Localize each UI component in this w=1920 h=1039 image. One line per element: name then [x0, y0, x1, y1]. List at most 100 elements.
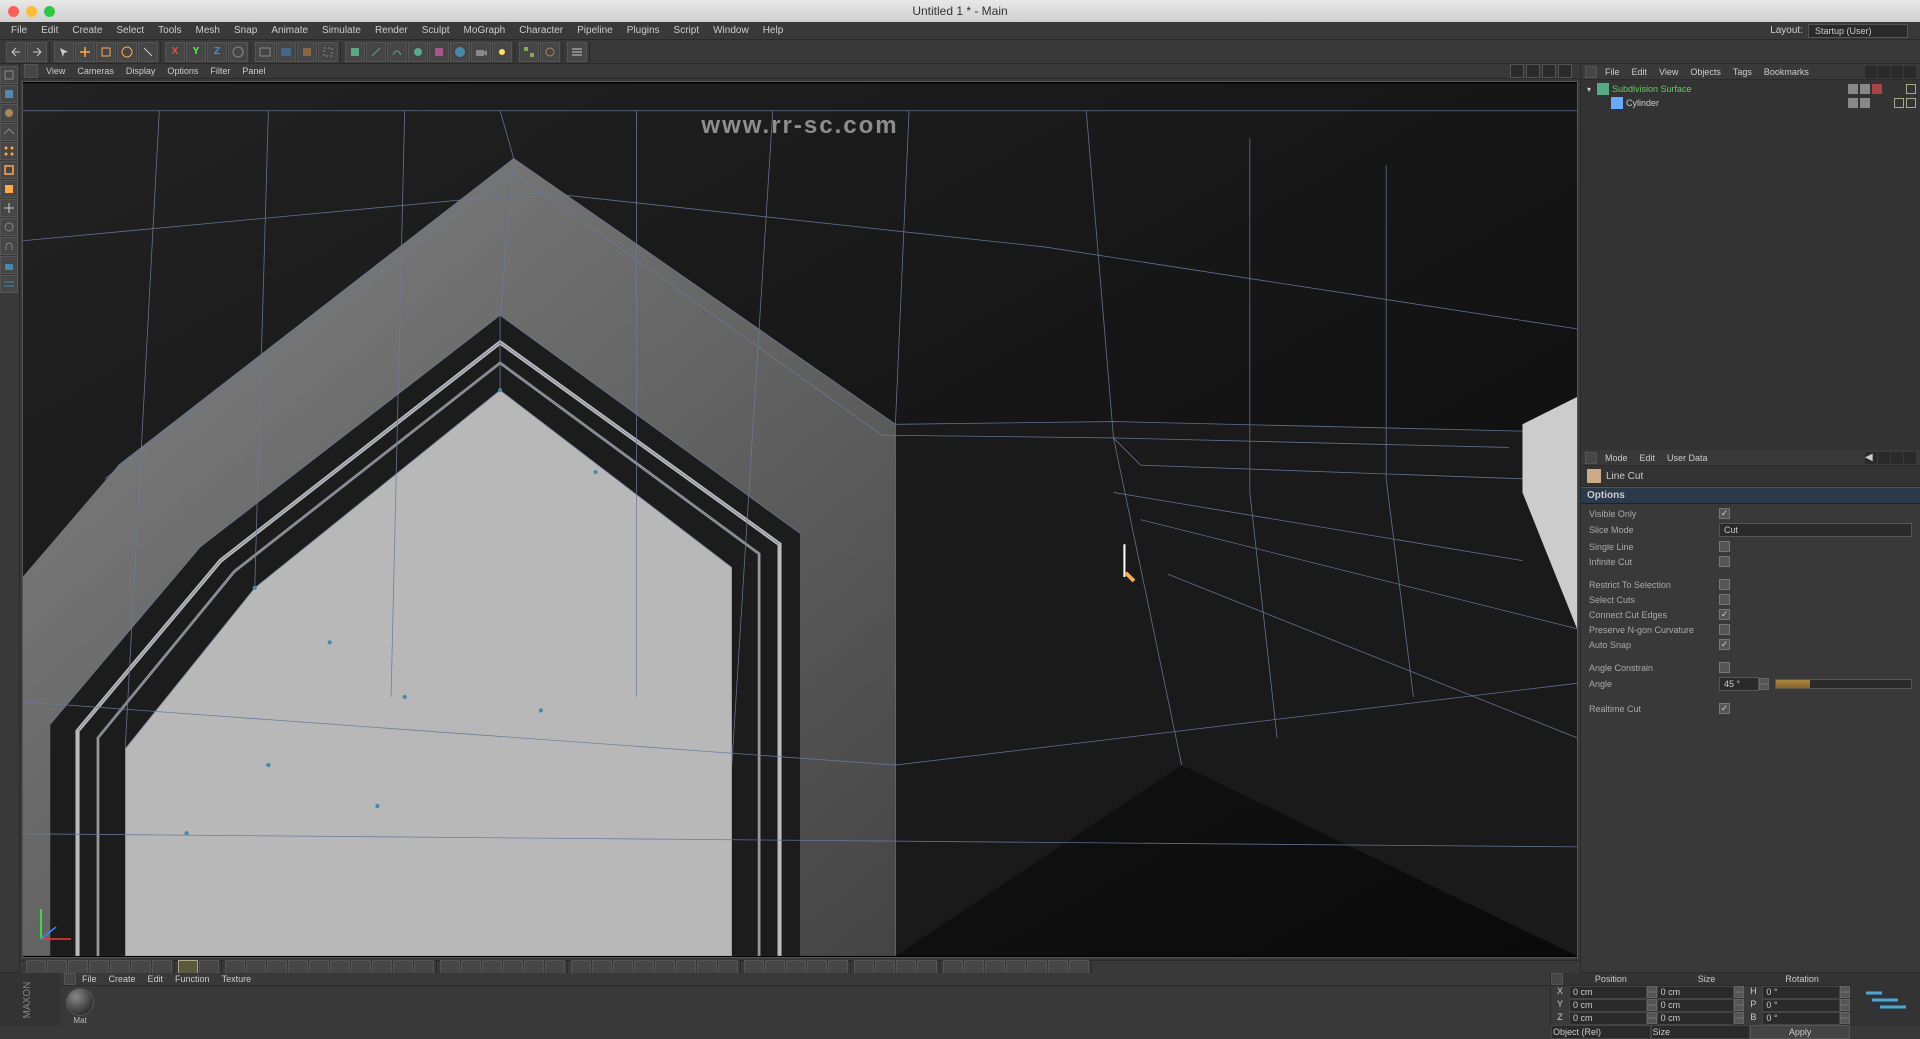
- menubar-item-pipeline[interactable]: Pipeline: [570, 23, 620, 38]
- tree-item-subdivision-surface[interactable]: ▾Subdivision Surface: [1583, 82, 1918, 96]
- attr-checkbox-restrict-to-selection[interactable]: [1719, 579, 1730, 590]
- viewport-pan-icon[interactable]: [1510, 64, 1524, 78]
- menubar-item-script[interactable]: Script: [667, 23, 707, 38]
- attrmgr-menu-edit[interactable]: Edit: [1634, 452, 1662, 464]
- visibility-editor-toggle[interactable]: [1848, 84, 1858, 94]
- objmgr-menu-objects[interactable]: Objects: [1684, 66, 1727, 78]
- attrmgr-menu-user-data[interactable]: User Data: [1661, 452, 1714, 464]
- viewport-menu-filter[interactable]: Filter: [204, 65, 236, 77]
- menubar-item-simulate[interactable]: Simulate: [315, 23, 368, 38]
- render-settings-button[interactable]: [297, 42, 317, 62]
- attr-nav-fwd[interactable]: [1878, 452, 1890, 464]
- render-view-button[interactable]: [255, 42, 275, 62]
- deformers-button[interactable]: [429, 42, 449, 62]
- menubar-item-select[interactable]: Select: [109, 23, 151, 38]
- selection-tool[interactable]: [54, 42, 74, 62]
- visibility-render-toggle[interactable]: [1860, 98, 1870, 108]
- viewport-lock-icon[interactable]: [24, 64, 38, 78]
- menubar-item-mesh[interactable]: Mesh: [189, 23, 227, 38]
- workplane-mode[interactable]: [0, 123, 18, 141]
- menubar-item-render[interactable]: Render: [368, 23, 415, 38]
- z-axis-lock[interactable]: Z: [207, 42, 227, 62]
- redo-button[interactable]: [27, 42, 47, 62]
- light-button[interactable]: [492, 42, 512, 62]
- y-axis-lock[interactable]: Y: [186, 42, 206, 62]
- undo-button[interactable]: [6, 42, 26, 62]
- attr-checkbox-visible-only[interactable]: [1719, 508, 1730, 519]
- coords-rot-input[interactable]: 0 °: [1762, 1012, 1840, 1025]
- menubar-item-create[interactable]: Create: [65, 23, 109, 38]
- viewport-orbit-icon[interactable]: [1542, 64, 1556, 78]
- matmgr-menu-texture[interactable]: Texture: [216, 973, 258, 985]
- coords-size-select[interactable]: Size: [1651, 1025, 1751, 1039]
- spinner-down[interactable]: [1759, 684, 1769, 690]
- coords-apply-button[interactable]: Apply: [1750, 1025, 1850, 1039]
- cube-primitive[interactable]: [345, 42, 365, 62]
- object-manager[interactable]: ▾Subdivision SurfaceCylinder: [1581, 80, 1920, 450]
- content-browser-button[interactable]: [567, 42, 587, 62]
- options-section-header[interactable]: Options: [1581, 487, 1920, 504]
- render-pv-button[interactable]: [276, 42, 296, 62]
- obj-mgr-menu-icon[interactable]: [1904, 66, 1916, 78]
- attr-checkbox-connect-cut-edges[interactable]: [1719, 609, 1730, 620]
- coords-pos-input[interactable]: 0 cm: [1569, 1012, 1647, 1025]
- menubar-item-snap[interactable]: Snap: [227, 23, 264, 38]
- tag-icon-2[interactable]: [1906, 98, 1916, 108]
- menubar-item-sculpt[interactable]: Sculpt: [415, 23, 457, 38]
- environment-button[interactable]: [450, 42, 470, 62]
- viewport-zoom-icon[interactable]: [1526, 64, 1540, 78]
- coords-rot-input[interactable]: 0 °: [1762, 999, 1840, 1012]
- planar-workplane[interactable]: [0, 275, 18, 293]
- viewport-menu-panel[interactable]: Panel: [236, 65, 271, 77]
- obj-mgr-search-icon[interactable]: [1865, 66, 1877, 78]
- points-mode[interactable]: [0, 142, 18, 160]
- tree-item-cylinder[interactable]: Cylinder: [1583, 96, 1918, 110]
- attr-nav-up[interactable]: [1891, 452, 1903, 464]
- pen-tool[interactable]: [366, 42, 386, 62]
- attr-checkbox-angle-constrain[interactable]: [1719, 662, 1730, 673]
- visibility-editor-toggle[interactable]: [1848, 98, 1858, 108]
- 3d-viewport[interactable]: www.rr-sc.com: [22, 81, 1578, 958]
- menubar-item-file[interactable]: File: [4, 23, 34, 38]
- matmgr-menu-edit[interactable]: Edit: [142, 973, 170, 985]
- tag-icon[interactable]: [1906, 84, 1916, 94]
- tag-icon[interactable]: [1894, 98, 1904, 108]
- attr-mgr-lock-icon[interactable]: [1585, 452, 1597, 464]
- x-axis-lock[interactable]: X: [165, 42, 185, 62]
- obj-mgr-filter-icon[interactable]: [1891, 66, 1903, 78]
- viewport-solo[interactable]: [0, 218, 18, 236]
- generator-disabled-icon[interactable]: [1872, 84, 1882, 94]
- objmgr-menu-bookmarks[interactable]: Bookmarks: [1758, 66, 1815, 78]
- attr-checkbox-realtime-cut[interactable]: [1719, 703, 1730, 714]
- attr-checkbox-auto-snap[interactable]: [1719, 639, 1730, 650]
- attr-checkbox-preserve-n-gon-curvature[interactable]: [1719, 624, 1730, 635]
- texture-mode[interactable]: [0, 104, 18, 122]
- coords-size-input[interactable]: 0 cm: [1657, 986, 1735, 999]
- rotate-tool[interactable]: [117, 42, 137, 62]
- coords-size-input[interactable]: 0 cm: [1657, 999, 1735, 1012]
- menubar-item-help[interactable]: Help: [756, 23, 791, 38]
- objmgr-menu-file[interactable]: File: [1599, 66, 1626, 78]
- viewport-toggle-icon[interactable]: [1558, 64, 1572, 78]
- scale-tool[interactable]: [96, 42, 116, 62]
- coord-sys-button[interactable]: [228, 42, 248, 62]
- menubar-item-mograph[interactable]: MoGraph: [457, 23, 513, 38]
- render-region-button[interactable]: [318, 42, 338, 62]
- menubar-item-animate[interactable]: Animate: [264, 23, 315, 38]
- enable-axis[interactable]: [0, 199, 18, 217]
- attrmgr-menu-mode[interactable]: Mode: [1599, 452, 1634, 464]
- menubar-item-character[interactable]: Character: [512, 23, 570, 38]
- model-mode[interactable]: [0, 85, 18, 103]
- obj-mgr-lock-icon[interactable]: [1585, 66, 1597, 78]
- matmgr-menu-file[interactable]: File: [76, 973, 103, 985]
- obj-mgr-nav-icon[interactable]: [1878, 66, 1890, 78]
- maximize-window-button[interactable]: [44, 6, 55, 17]
- enable-snap[interactable]: [0, 237, 18, 255]
- viewport-menu-cameras[interactable]: Cameras: [71, 65, 120, 77]
- camera-button[interactable]: [471, 42, 491, 62]
- attr-checkbox-select-cuts[interactable]: [1719, 594, 1730, 605]
- menubar-item-edit[interactable]: Edit: [34, 23, 65, 38]
- attr-slider-angle[interactable]: [1775, 679, 1912, 689]
- nurbs-button[interactable]: [387, 42, 407, 62]
- edges-mode[interactable]: [0, 161, 18, 179]
